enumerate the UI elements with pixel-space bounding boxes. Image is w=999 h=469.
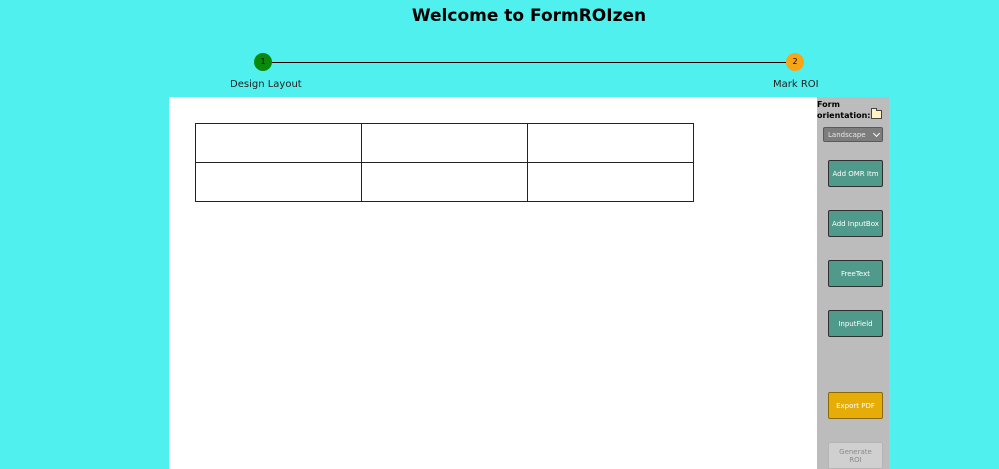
step-2-circle[interactable]: 2 [786, 53, 804, 71]
add-inputbox-button[interactable]: Add InputBox [828, 210, 883, 237]
tool-panel: Form orientation: Landscape Add OMR Itm … [817, 97, 889, 469]
grid-cell[interactable] [195, 162, 362, 202]
layout-grid [195, 123, 694, 202]
generate-roi-button[interactable]: Generate ROI [828, 442, 883, 469]
design-canvas[interactable] [169, 97, 817, 469]
grid-row [195, 123, 694, 163]
add-omr-button[interactable]: Add OMR Itm [828, 160, 883, 187]
folder-icon[interactable] [871, 108, 883, 119]
stepper-line [263, 62, 795, 63]
step-2-label: Mark ROI [773, 79, 819, 90]
step-1-label: Design Layout [230, 79, 302, 90]
app-page: Welcome to FormROIzen 1 2 Design Layout … [0, 0, 999, 469]
orientation-label: Form orientation: [817, 100, 871, 120]
grid-cell[interactable] [527, 123, 694, 163]
export-pdf-button[interactable]: Export PDF [828, 392, 883, 419]
chevron-down-icon [872, 129, 881, 138]
grid-cell[interactable] [361, 123, 528, 163]
grid-cell[interactable] [361, 162, 528, 202]
inputfield-button[interactable]: InputField [828, 310, 883, 337]
grid-row [195, 162, 694, 202]
page-title: Welcome to FormROIzen [411, 6, 647, 26]
grid-cell[interactable] [527, 162, 694, 202]
step-1-circle[interactable]: 1 [254, 53, 272, 71]
orientation-label-row: Form orientation: [817, 99, 889, 121]
orientation-select[interactable]: Landscape [823, 127, 883, 142]
freetext-button[interactable]: FreeText [828, 260, 883, 287]
orientation-select-value: Landscape [828, 131, 866, 139]
grid-cell[interactable] [195, 123, 362, 163]
